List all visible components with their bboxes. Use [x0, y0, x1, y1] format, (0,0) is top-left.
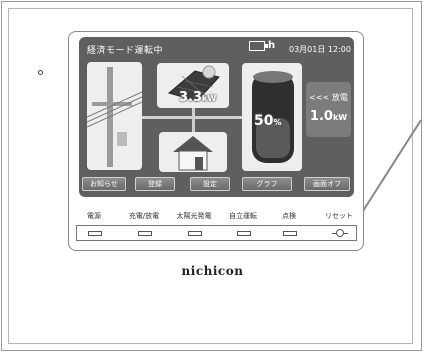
inspection-led: [283, 231, 297, 236]
register-button[interactable]: 登録: [135, 177, 175, 191]
indicator-bar: [76, 225, 357, 241]
power-label: 電源: [87, 212, 101, 220]
function-labels: 電源 充電/放電 太陽光発電 自立運転 点検 リセット: [79, 211, 359, 223]
brand-logo: nichicon: [181, 264, 244, 278]
discharge-label: <<< 放電: [309, 93, 348, 102]
standalone-label: 自立運転: [229, 212, 257, 220]
graph-button[interactable]: グラフ: [242, 177, 292, 191]
discharge-value: 1.0: [309, 109, 333, 124]
solar-label: 太陽光発電: [176, 212, 212, 220]
display-screen: 経済モード運転中 h 03月01日 12:00 3.3kW 50% <<< 放電…: [79, 37, 354, 197]
discharge-box: <<< 放電 1.0kW: [306, 82, 351, 137]
solar-led: [188, 231, 202, 236]
discharge-readout: 1.0kW: [306, 109, 351, 124]
discharge-unit: kW: [332, 113, 348, 122]
inspection-label: 点検: [282, 212, 296, 220]
standalone-led: [237, 231, 251, 236]
charge-discharge-label: 充電/放電: [128, 212, 160, 220]
settings-button[interactable]: 設定: [190, 177, 230, 191]
reset-button[interactable]: [336, 229, 344, 237]
reset-label: リセット: [325, 212, 353, 220]
power-led: [88, 231, 102, 236]
screen-button-row: お知らせ 登録 設定 グラフ 画面オフ: [82, 177, 352, 191]
charge-discharge-led: [138, 231, 152, 236]
screen-off-button[interactable]: 画面オフ: [304, 177, 350, 191]
notice-button[interactable]: お知らせ: [82, 177, 126, 191]
